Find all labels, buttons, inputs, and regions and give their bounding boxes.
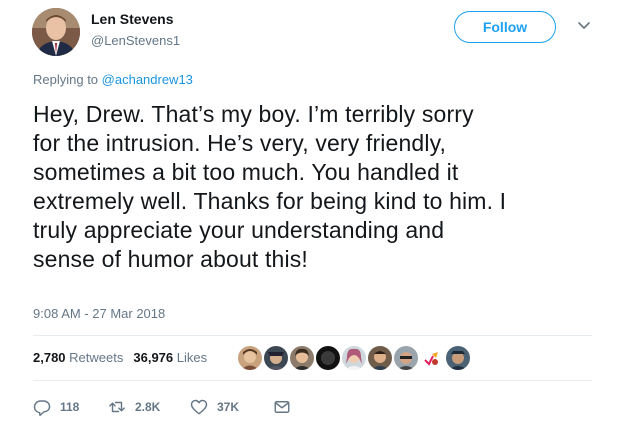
tweet-text-line: sense of humor about this! [33, 246, 308, 272]
tweet-text-line: Hey, Drew. That’s my boy. I’m terribly s… [33, 101, 474, 127]
tweet-card: Len Stevens @LenStevens1 Follow Replying… [0, 0, 628, 422]
liker-avatar[interactable] [290, 346, 314, 370]
retweet-action[interactable]: 2.8K [108, 398, 160, 416]
tweet-text: Hey, Drew. That’s my boy. I’m terribly s… [33, 100, 608, 274]
author-avatar[interactable] [32, 8, 80, 56]
liker-avatar[interactable] [238, 346, 262, 370]
retweets-stat[interactable]: 2,780 Retweets [33, 350, 123, 365]
liker-avatar[interactable] [446, 346, 470, 370]
liker-avatars [238, 344, 472, 372]
replying-to-prefix: Replying to [33, 72, 102, 87]
reply-target-link[interactable]: @achandrew13 [102, 72, 193, 87]
author-handle[interactable]: @LenStevens1 [91, 33, 180, 48]
liker-avatar[interactable] [394, 346, 418, 370]
message-action[interactable] [273, 398, 291, 416]
likes-label: Likes [176, 350, 208, 365]
tweet-timestamp[interactable]: 9:08 AM - 27 Mar 2018 [33, 306, 165, 321]
divider [33, 335, 592, 336]
liker-avatar[interactable] [342, 346, 366, 370]
tweet-text-line: extremely well. Thanks for being kind to… [33, 188, 507, 214]
retweet-icon [108, 398, 126, 416]
liker-avatar[interactable] [316, 346, 340, 370]
retweets-label: Retweets [69, 350, 124, 365]
tweet-stats: 2,780 Retweets 36,976 Likes [33, 350, 217, 365]
like-action[interactable]: 37K [190, 398, 239, 416]
liker-avatar[interactable] [420, 346, 444, 370]
envelope-icon [273, 398, 291, 416]
chevron-down-icon[interactable] [577, 19, 591, 33]
like-count: 37K [217, 400, 240, 414]
author-name[interactable]: Len Stevens [91, 11, 173, 27]
tweet-text-line: sometimes a bit too much. You handled it [33, 159, 459, 185]
tweet-text-line: for the intrusion. He’s very, very frien… [33, 130, 447, 156]
avatar-image [32, 8, 80, 56]
retweets-count: 2,780 [33, 350, 66, 365]
liker-avatar[interactable] [264, 346, 288, 370]
replying-to: Replying to @achandrew13 [33, 72, 193, 87]
heart-icon [190, 398, 208, 416]
follow-button[interactable]: Follow [454, 11, 556, 43]
tweet-text-line: truly appreciate your understanding and [33, 217, 445, 243]
retweet-count: 2.8K [135, 400, 161, 414]
likes-count: 36,976 [133, 350, 174, 365]
reply-count: 118 [60, 400, 80, 414]
reply-action[interactable]: 118 [33, 398, 79, 416]
likes-stat[interactable]: 36,976 Likes [133, 350, 207, 365]
liker-avatar[interactable] [368, 346, 392, 370]
reply-icon [33, 398, 51, 416]
divider [33, 380, 592, 381]
